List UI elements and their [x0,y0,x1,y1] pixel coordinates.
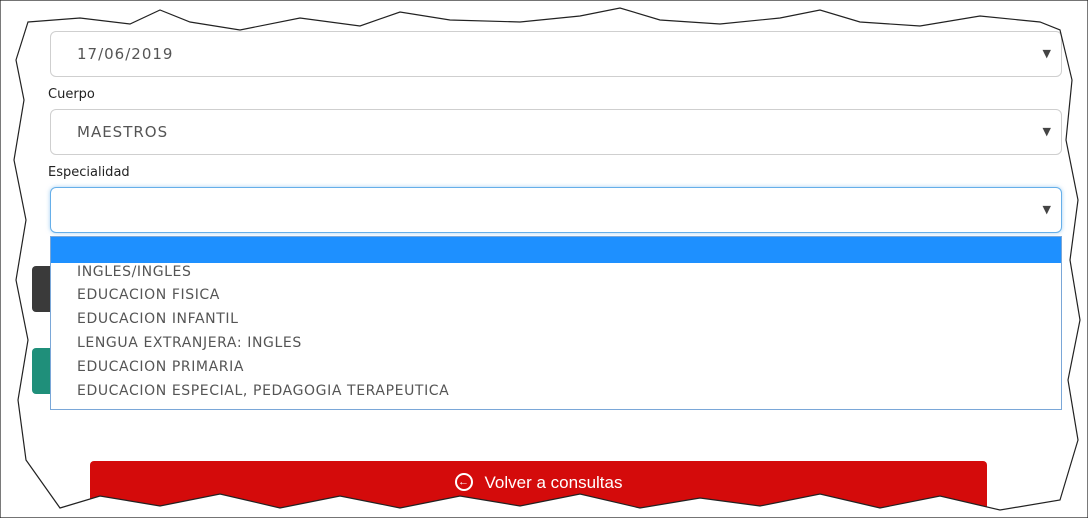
dropdown-option[interactable]: EDUCACION INFANTIL [51,307,1061,331]
cuerpo-label: Cuerpo [48,87,95,102]
dropdown-option[interactable]: EDUCACION FISICA [51,283,1061,307]
dropdown-option[interactable]: LENGUA EXTRANJERA: INGLES [51,331,1061,355]
dropdown-option[interactable]: EDUCACION ESPECIAL, PEDAGOGIA TERAPEUTIC… [51,379,1061,403]
dropdown-option[interactable]: EDUCACION PRIMARIA [51,355,1061,379]
cuerpo-select[interactable]: MAESTROS ▼ [50,109,1062,155]
dropdown-option[interactable]: INGLES/INGLES [51,263,1061,283]
cuerpo-value: MAESTROS [77,123,169,141]
fecha-value: 17/06/2019 [77,45,174,63]
especialidad-label: Especialidad [48,165,130,180]
especialidad-select[interactable]: ▼ [50,187,1062,233]
hidden-teal-button[interactable] [32,348,52,394]
chevron-down-icon: ▼ [1042,125,1051,138]
back-to-queries-button[interactable]: ← Volver a consultas [90,461,987,513]
circle-arrow-left-icon: ← [454,472,473,491]
fecha-select[interactable]: 17/06/2019 ▼ [50,31,1062,77]
dropdown-option-empty[interactable] [51,237,1061,263]
back-button-label: Volver a consultas [484,473,623,492]
chevron-down-icon: ▼ [1042,47,1051,60]
hidden-dark-button[interactable] [32,266,52,312]
chevron-down-icon: ▼ [1042,203,1051,216]
especialidad-dropdown-list: INGLES/INGLES EDUCACION FISICA EDUCACION… [50,236,1062,410]
